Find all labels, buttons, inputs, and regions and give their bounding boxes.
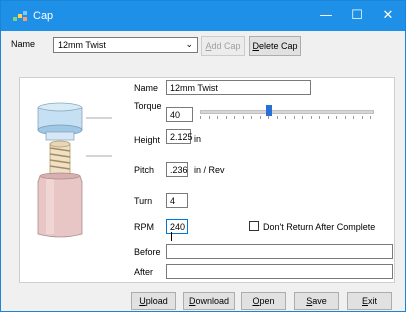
height-label: Height xyxy=(134,135,161,145)
close-button[interactable]: ✕ xyxy=(373,6,403,26)
download-button[interactable]: Download xyxy=(183,292,235,310)
pitch-label: Pitch xyxy=(134,165,155,175)
minimize-button[interactable]: — xyxy=(311,6,341,26)
pitch-unit: in / Rev xyxy=(194,165,225,175)
slider-tick xyxy=(268,116,269,119)
add-cap-button[interactable]: Add Cap xyxy=(201,36,245,56)
cap-illustration xyxy=(37,102,112,238)
slider-tick xyxy=(319,116,320,119)
slider-tick xyxy=(302,116,303,119)
slider-tick xyxy=(200,116,201,119)
slider-tick xyxy=(285,116,286,119)
slider-tick xyxy=(226,116,227,119)
title-bar: Cap — ☐ ✕ xyxy=(1,1,405,31)
after-field[interactable] xyxy=(166,264,393,279)
app-icon xyxy=(13,11,29,23)
height-unit: in xyxy=(194,134,202,144)
slider-tick xyxy=(328,116,329,119)
torque-slider-ticks xyxy=(200,116,372,119)
turn-field[interactable]: 4 xyxy=(166,193,188,208)
delete-cap-button[interactable]: Delete Cap xyxy=(249,36,301,56)
name-field[interactable]: 12mm Twist xyxy=(166,80,311,95)
slider-tick xyxy=(336,116,337,119)
slider-tick xyxy=(277,116,278,119)
slider-tick xyxy=(234,116,235,119)
height-field[interactable]: 2.125 xyxy=(166,129,193,144)
slider-tick xyxy=(362,116,363,119)
slider-tick xyxy=(294,116,295,119)
text-cursor xyxy=(171,232,172,241)
slider-tick xyxy=(260,116,261,119)
slider-tick xyxy=(311,116,312,119)
exit-button[interactable]: Exit xyxy=(347,292,392,310)
slider-tick xyxy=(251,116,252,119)
torque-slider-thumb[interactable] xyxy=(266,105,272,116)
torque-label: Torque xyxy=(134,101,162,111)
before-field[interactable] xyxy=(166,244,393,259)
dont-return-label: Don't Return After Complete xyxy=(263,222,376,232)
name-label: Name xyxy=(134,83,159,93)
maximize-button[interactable]: ☐ xyxy=(342,6,372,26)
cap-name-label: Name xyxy=(11,39,36,49)
dont-return-checkbox[interactable] xyxy=(249,221,259,231)
slider-tick xyxy=(345,116,346,119)
before-label: Before xyxy=(134,247,161,257)
chevron-down-icon: ⌄ xyxy=(185,39,193,49)
torque-slider[interactable] xyxy=(200,102,374,122)
torque-slider-track xyxy=(200,110,374,114)
slider-tick xyxy=(209,116,210,119)
open-button[interactable]: Open xyxy=(241,292,286,310)
rpm-field[interactable]: 240 xyxy=(166,219,188,241)
turn-label: Turn xyxy=(134,196,153,206)
rpm-label: RPM xyxy=(134,222,154,232)
slider-tick xyxy=(217,116,218,119)
cap-select-value: 12mm Twist xyxy=(58,40,106,50)
slider-tick xyxy=(353,116,354,119)
cap-select[interactable]: 12mm Twist ⌄ xyxy=(53,37,198,53)
after-label: After xyxy=(134,267,154,277)
save-button[interactable]: Save xyxy=(294,292,339,310)
slider-tick xyxy=(370,116,371,119)
window-title: Cap xyxy=(33,10,54,22)
pitch-field[interactable]: .236 xyxy=(166,162,188,177)
upload-button[interactable]: Upload xyxy=(131,292,176,310)
slider-tick xyxy=(243,116,244,119)
cap-window: Cap — ☐ ✕ Name 12mm Twist ⌄ Add Cap Dele… xyxy=(0,0,406,312)
torque-field[interactable]: 40 xyxy=(166,107,193,122)
